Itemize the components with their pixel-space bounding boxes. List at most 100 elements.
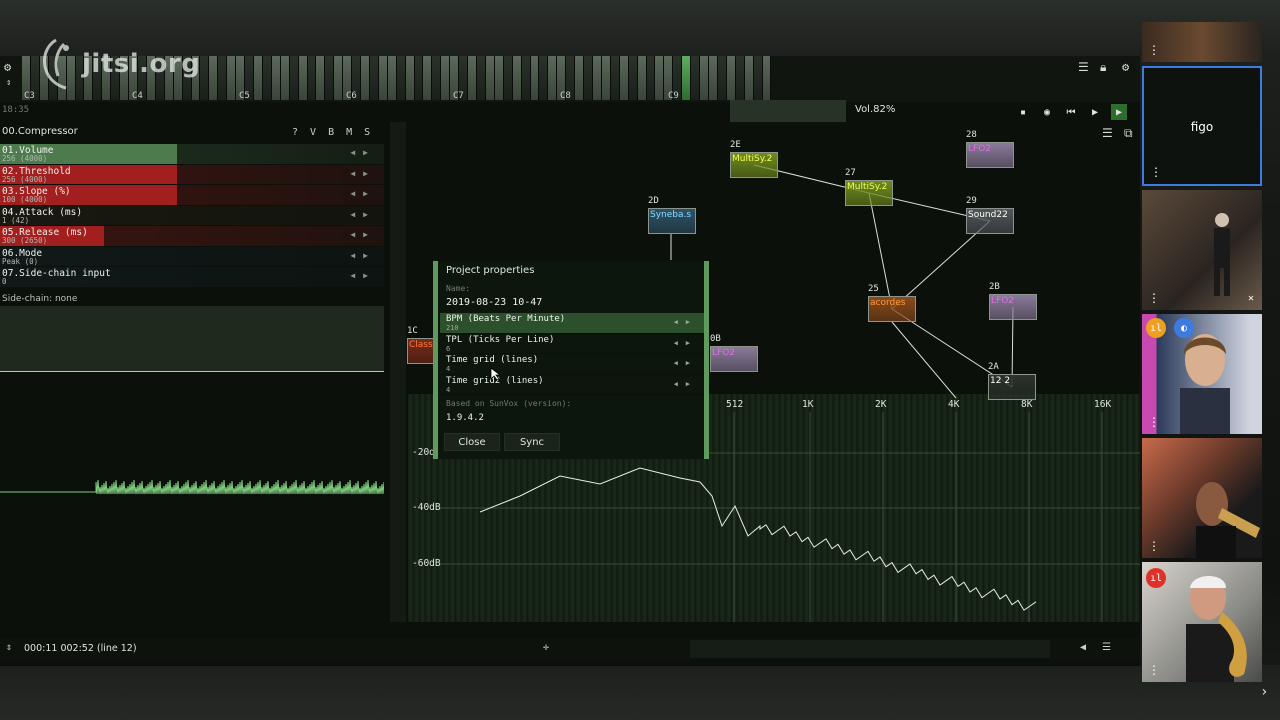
piano-key[interactable] [637, 56, 647, 100]
piano-key[interactable] [432, 56, 442, 100]
piano-key[interactable] [200, 56, 210, 100]
list-icon[interactable]: ☰ [1078, 60, 1089, 74]
module-box[interactable]: LFO2 [989, 294, 1037, 320]
piano-key[interactable] [610, 56, 620, 100]
piano-key[interactable] [414, 56, 424, 100]
piano-key[interactable] [378, 56, 388, 100]
play-icon[interactable]: ▶ [1087, 104, 1103, 120]
compressor-param-row[interactable]: 07.Side-chain input 0 ◀▶ [0, 267, 384, 288]
close-button[interactable]: Close [444, 433, 500, 451]
record-icon[interactable]: ▪ [1015, 104, 1031, 120]
piano-key[interactable] [593, 56, 602, 100]
participant-tile[interactable]: ⋮ ✕ [1142, 190, 1262, 310]
dialog-param-arrows-icon[interactable]: ◀▶ [674, 380, 698, 388]
piano-key[interactable] [700, 56, 709, 100]
compressor-param-row[interactable]: 05.Release (ms) 300 (2650) ◀▶ [0, 226, 384, 247]
dialog-param-row[interactable]: Time grid (lines) 4 ◀▶ [440, 354, 704, 375]
panel-divider[interactable] [390, 122, 406, 622]
piano-key[interactable] [209, 56, 219, 100]
piano-key[interactable] [468, 56, 478, 100]
piano-key[interactable] [744, 56, 754, 100]
piano-key[interactable] [646, 56, 656, 100]
piano-key[interactable] [477, 56, 486, 100]
param-arrows-icon[interactable]: ◀▶ [350, 230, 376, 239]
fullscreen-icon[interactable]: ⧉ [1124, 126, 1133, 141]
piano-key[interactable] [298, 56, 308, 100]
timeline-cursor-icon[interactable]: ✛ [543, 642, 549, 653]
dialog-param-row[interactable]: TPL (Ticks Per Line) 6 ◀▶ [440, 334, 704, 354]
piano-key[interactable] [512, 56, 522, 100]
lock-icon[interactable]: 🔒︎ [1100, 60, 1106, 75]
piano-key[interactable] [717, 56, 727, 100]
piano-key[interactable] [227, 56, 237, 100]
participant-tile[interactable]: ⋮ [1142, 438, 1262, 558]
param-arrows-icon[interactable]: ◀▶ [350, 210, 376, 219]
piano-key[interactable] [316, 56, 326, 100]
more-options-icon[interactable]: ⋮ [1148, 44, 1160, 56]
dialog-param-arrows-icon[interactable]: ◀▶ [674, 339, 698, 347]
piano-key[interactable] [539, 56, 549, 100]
piano-key[interactable] [494, 56, 504, 100]
more-options-icon[interactable]: ⋮ [1148, 664, 1160, 676]
piano-key[interactable] [548, 56, 558, 100]
piano-key[interactable] [691, 56, 701, 100]
piano-key[interactable] [601, 56, 611, 100]
piano-key[interactable] [530, 56, 540, 100]
compressor-param-row[interactable]: 03.Slope (%) 100 (4000) ◀▶ [0, 185, 384, 206]
piano-key[interactable] [262, 56, 272, 100]
compressor-button-v[interactable]: V [310, 127, 316, 138]
piano-key[interactable] [253, 56, 263, 100]
piano-key[interactable] [708, 56, 718, 100]
settings-icon[interactable]: ⚙ [1122, 60, 1129, 74]
loop-icon[interactable]: ◉ [1039, 104, 1055, 120]
oscilloscope[interactable] [0, 306, 384, 372]
play-pattern-icon[interactable]: ▶ [1111, 104, 1127, 120]
piano-key[interactable] [584, 56, 593, 100]
more-options-icon[interactable]: ⋮ [1150, 166, 1162, 178]
module-box[interactable]: acordes [868, 296, 916, 322]
piano-key[interactable] [521, 56, 531, 100]
piano-key[interactable] [369, 56, 379, 100]
module-box[interactable]: MultiSy.2 [730, 152, 778, 178]
param-arrows-icon[interactable]: ◀▶ [350, 189, 376, 198]
chevron-right-icon[interactable]: › [1260, 684, 1268, 700]
module-box[interactable]: Sound22 [966, 208, 1014, 234]
participant-tile[interactable]: ıl ◐ ⋮ [1142, 314, 1262, 434]
piano-key[interactable] [655, 56, 665, 100]
timeline-scrollbar[interactable] [690, 640, 1050, 658]
piano-key[interactable] [280, 56, 290, 100]
piano-key[interactable] [423, 56, 433, 100]
rewind-icon[interactable]: ⏮︎ [1063, 104, 1079, 120]
compressor-button-b[interactable]: B [328, 127, 334, 138]
compressor-param-row[interactable]: 06.Mode Peak (0) ◀▶ [0, 246, 384, 267]
piano-key[interactable] [503, 56, 513, 100]
participant-tile-active[interactable]: figo ⋮ [1142, 66, 1262, 186]
dialog-param-row[interactable]: BPM (Beats Per Minute) 210 ◀▶ [440, 313, 704, 334]
piano-key[interactable] [218, 56, 228, 100]
more-options-icon[interactable]: ⋮ [1148, 292, 1160, 304]
compressor-param-row[interactable]: 04.Attack (ms) 1 (42) ◀▶ [0, 205, 384, 226]
volume-readout[interactable]: Vol.82% [855, 104, 895, 115]
more-options-icon[interactable]: ⋮ [1148, 540, 1160, 552]
menu-icon[interactable]: ⚙ [4, 60, 11, 74]
piano-key[interactable] [762, 56, 772, 100]
piano-key[interactable] [619, 56, 629, 100]
module-box[interactable]: MultiSy.2 [845, 180, 893, 206]
compressor-button-?[interactable]: ? [292, 127, 298, 138]
module-box[interactable]: Syneba.s [648, 208, 696, 234]
project-name-field[interactable]: 2019-08-23 10-47 [446, 297, 542, 308]
view-menu-icon[interactable]: ☰ [1102, 126, 1113, 140]
timeline-arrows-icon[interactable]: ⇕ [6, 642, 12, 653]
scroll-left-icon[interactable]: ◀ [1080, 642, 1086, 653]
compressor-button-s[interactable]: S [364, 127, 370, 138]
piano-key[interactable] [628, 56, 638, 100]
more-options-icon[interactable]: ⋮ [1148, 416, 1160, 428]
param-arrows-icon[interactable]: ◀▶ [350, 271, 376, 280]
piano-key[interactable] [307, 56, 317, 100]
piano-key[interactable] [361, 56, 370, 100]
param-arrows-icon[interactable]: ◀▶ [350, 148, 376, 157]
piano-key[interactable] [682, 56, 692, 100]
piano-key[interactable] [405, 56, 415, 100]
module-box[interactable]: LFO2 [966, 142, 1014, 168]
participant-tile[interactable]: ıl ⋮ [1142, 562, 1262, 682]
